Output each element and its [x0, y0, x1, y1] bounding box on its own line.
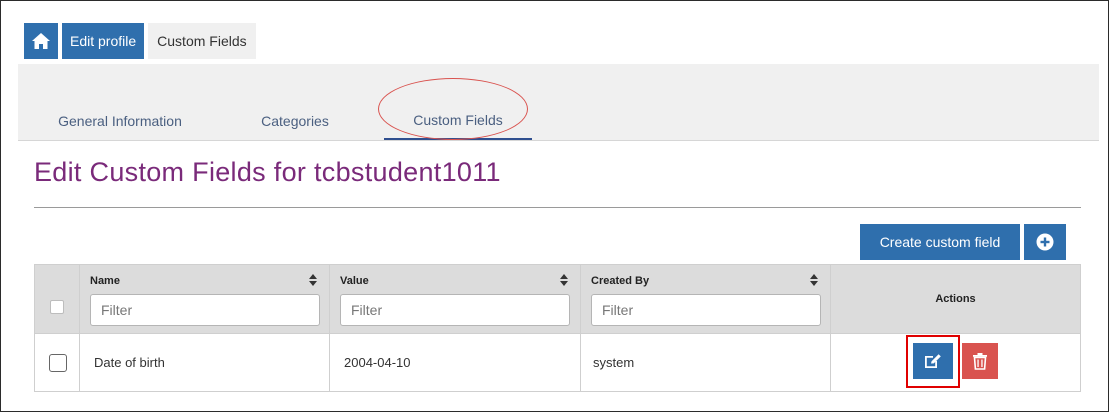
cell-actions — [831, 334, 1080, 391]
cell-name-text: Date of birth — [94, 355, 165, 370]
header-created-by[interactable]: Created By — [581, 265, 831, 333]
edit-icon — [925, 354, 941, 368]
select-all-checkbox[interactable] — [50, 300, 64, 314]
column-label-name: Name — [90, 275, 120, 287]
page-title: Edit Custom Fields for tcbstudent1011 — [34, 157, 501, 187]
header-check-cell — [35, 265, 80, 333]
column-label-value: Value — [340, 275, 369, 287]
breadcrumb-home[interactable] — [24, 23, 58, 59]
sort-icon[interactable] — [309, 274, 317, 286]
title-divider — [34, 207, 1081, 208]
tab-bar: General Information Categories Custom Fi… — [18, 64, 1099, 141]
add-custom-field-button[interactable] — [1024, 224, 1066, 260]
name-filter-input[interactable] — [90, 294, 320, 326]
header-actions: Actions — [831, 265, 1080, 333]
app-frame: Edit profile Custom Fields General Infor… — [0, 0, 1109, 412]
cell-name: Date of birth — [80, 334, 330, 391]
breadcrumb: Edit profile Custom Fields — [24, 23, 256, 59]
sort-icon[interactable] — [560, 274, 568, 286]
sort-icon[interactable] — [810, 274, 818, 286]
created-by-filter-input[interactable] — [591, 294, 821, 326]
cell-created-by: system — [581, 334, 831, 391]
row-select-checkbox[interactable] — [49, 354, 67, 372]
create-custom-field-button[interactable]: Create custom field — [860, 224, 1020, 260]
plus-circle-icon — [1036, 233, 1054, 251]
table-row: Date of birth 2004-04-10 system — [35, 333, 1080, 391]
column-label-created-by: Created By — [591, 275, 650, 287]
trash-icon — [973, 353, 987, 370]
home-icon — [32, 33, 50, 49]
breadcrumb-current: Custom Fields — [148, 23, 256, 59]
column-label-actions: Actions — [935, 293, 976, 305]
row-check-cell — [35, 334, 80, 391]
cell-value-text: 2004-04-10 — [344, 355, 411, 370]
cell-created-by-text: system — [593, 355, 635, 370]
cell-value: 2004-04-10 — [330, 334, 581, 391]
edit-button[interactable] — [913, 343, 953, 379]
header-value[interactable]: Value — [330, 265, 581, 333]
value-filter-input[interactable] — [340, 294, 570, 326]
header-name[interactable]: Name — [80, 265, 330, 333]
tab-general-information[interactable]: General Information — [34, 102, 206, 140]
table-header-row: Name Value Created By — [35, 265, 1080, 333]
delete-button[interactable] — [962, 343, 998, 379]
custom-fields-table: Name Value Created By — [34, 264, 1081, 392]
breadcrumb-edit-profile[interactable]: Edit profile — [62, 23, 145, 59]
tab-custom-fields[interactable]: Custom Fields — [384, 102, 532, 140]
tab-categories[interactable]: Categories — [246, 102, 344, 140]
